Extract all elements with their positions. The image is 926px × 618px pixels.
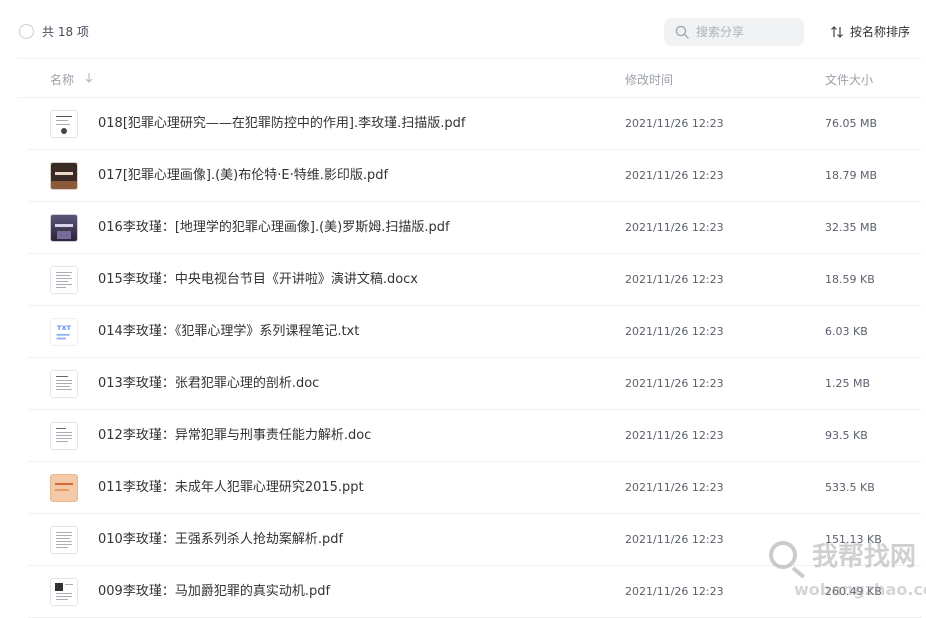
file-size: 32.35 MB xyxy=(825,221,878,234)
doc-file-icon xyxy=(50,526,78,554)
file-name[interactable]: 012李玫瑾：异常犯罪与刑事责任能力解析.doc xyxy=(98,427,371,445)
file-name[interactable]: 011李玫瑾：未成年人犯罪心理研究2015.ppt xyxy=(98,479,364,497)
ppt-file-icon xyxy=(50,474,78,502)
file-modified-time: 2021/11/26 12:23 xyxy=(625,117,724,130)
watermark-text: 我帮找网 xyxy=(812,542,917,572)
column-name-header[interactable]: 名称 xyxy=(50,71,74,88)
file-modified-time: 2021/11/26 12:23 xyxy=(625,429,724,442)
doc-file-icon xyxy=(50,578,78,606)
file-name[interactable]: 010李玫瑾：王强系列杀人抢劫案解析.pdf xyxy=(98,531,343,549)
file-row[interactable]: 013李玫瑾：张君犯罪心理的剖析.doc 2021/11/26 12:23 1.… xyxy=(28,358,922,410)
file-size: 18.59 KB xyxy=(825,273,875,286)
doc-file-icon xyxy=(50,370,78,398)
column-time-header[interactable]: 修改时间 xyxy=(625,71,673,88)
file-name[interactable]: 017[犯罪心理画像].(美)布伦特·E·特维.影印版.pdf xyxy=(98,167,388,185)
file-name[interactable]: 016李玫瑾：[地理学的犯罪心理画像].(美)罗斯姆.扫描版.pdf xyxy=(98,219,450,237)
file-row[interactable]: TXT 014李玫瑾：《犯罪心理学》系列课程笔记.txt 2021/11/26 … xyxy=(28,306,922,358)
doc-file-icon xyxy=(50,266,78,294)
file-modified-time: 2021/11/26 12:23 xyxy=(625,481,724,494)
magnifier-icon xyxy=(769,541,797,569)
search-input[interactable]: 搜索分享 xyxy=(696,24,744,40)
sort-icon xyxy=(831,26,843,38)
file-list-header: 名称 修改时间 文件大小 xyxy=(18,58,922,98)
file-modified-time: 2021/11/26 12:23 xyxy=(625,585,724,598)
search-icon xyxy=(675,25,689,39)
file-row[interactable]: 009李玫瑾：马加爵犯罪的真实动机.pdf 2021/11/26 12:23 2… xyxy=(28,566,922,618)
pdf-cover-icon xyxy=(50,162,78,190)
file-name[interactable]: 014李玫瑾：《犯罪心理学》系列课程笔记.txt xyxy=(98,323,359,341)
file-row[interactable]: 012李玫瑾：异常犯罪与刑事责任能力解析.doc 2021/11/26 12:2… xyxy=(28,410,922,462)
file-modified-time: 2021/11/26 12:23 xyxy=(625,325,724,338)
pdf-cover-icon xyxy=(50,110,78,138)
file-size: 76.05 MB xyxy=(825,117,878,130)
watermark-url: wobangzhao.com xyxy=(794,580,926,599)
file-row[interactable]: 015李玫瑾：中央电视台节目《开讲啦》演讲文稿.docx 2021/11/26 … xyxy=(28,254,922,306)
txt-file-icon: TXT xyxy=(50,318,78,346)
pdf-cover-icon xyxy=(50,214,78,242)
file-modified-time: 2021/11/26 12:23 xyxy=(625,169,724,182)
file-name[interactable]: 013李玫瑾：张君犯罪心理的剖析.doc xyxy=(98,375,319,393)
file-size: 93.5 KB xyxy=(825,429,868,442)
search-box[interactable]: 搜索分享 xyxy=(664,18,804,46)
file-size: 6.03 KB xyxy=(825,325,868,338)
share-toolbar: 共 18 项 搜索分享 按名称排序 xyxy=(0,0,926,58)
file-row[interactable]: 018[犯罪心理研究——在犯罪防控中的作用].李玫瑾.扫描版.pdf 2021/… xyxy=(28,98,922,150)
file-size: 18.79 MB xyxy=(825,169,878,182)
file-modified-time: 2021/11/26 12:23 xyxy=(625,221,724,234)
column-size-header[interactable]: 文件大小 xyxy=(825,71,873,88)
file-modified-time: 2021/11/26 12:23 xyxy=(625,533,724,546)
file-size: 1.25 MB xyxy=(825,377,871,390)
doc-file-icon xyxy=(50,422,78,450)
file-modified-time: 2021/11/26 12:23 xyxy=(625,377,724,390)
file-name[interactable]: 018[犯罪心理研究——在犯罪防控中的作用].李玫瑾.扫描版.pdf xyxy=(98,115,465,133)
file-list: 018[犯罪心理研究——在犯罪防控中的作用].李玫瑾.扫描版.pdf 2021/… xyxy=(28,98,922,618)
file-name[interactable]: 009李玫瑾：马加爵犯罪的真实动机.pdf xyxy=(98,583,330,601)
sort-down-arrow-icon[interactable] xyxy=(84,72,94,84)
sort-label: 按名称排序 xyxy=(850,25,911,39)
file-name[interactable]: 015李玫瑾：中央电视台节目《开讲啦》演讲文稿.docx xyxy=(98,271,418,289)
file-modified-time: 2021/11/26 12:23 xyxy=(625,273,724,286)
select-all-checkbox[interactable] xyxy=(19,24,34,39)
file-row[interactable]: 016李玫瑾：[地理学的犯罪心理画像].(美)罗斯姆.扫描版.pdf 2021/… xyxy=(28,202,922,254)
item-count: 共 18 项 xyxy=(42,25,89,39)
file-row[interactable]: 011李玫瑾：未成年人犯罪心理研究2015.ppt 2021/11/26 12:… xyxy=(28,462,922,514)
svg-text:TXT: TXT xyxy=(57,324,71,332)
file-row[interactable]: 017[犯罪心理画像].(美)布伦特·E·特维.影印版.pdf 2021/11/… xyxy=(28,150,922,202)
file-size: 533.5 KB xyxy=(825,481,875,494)
